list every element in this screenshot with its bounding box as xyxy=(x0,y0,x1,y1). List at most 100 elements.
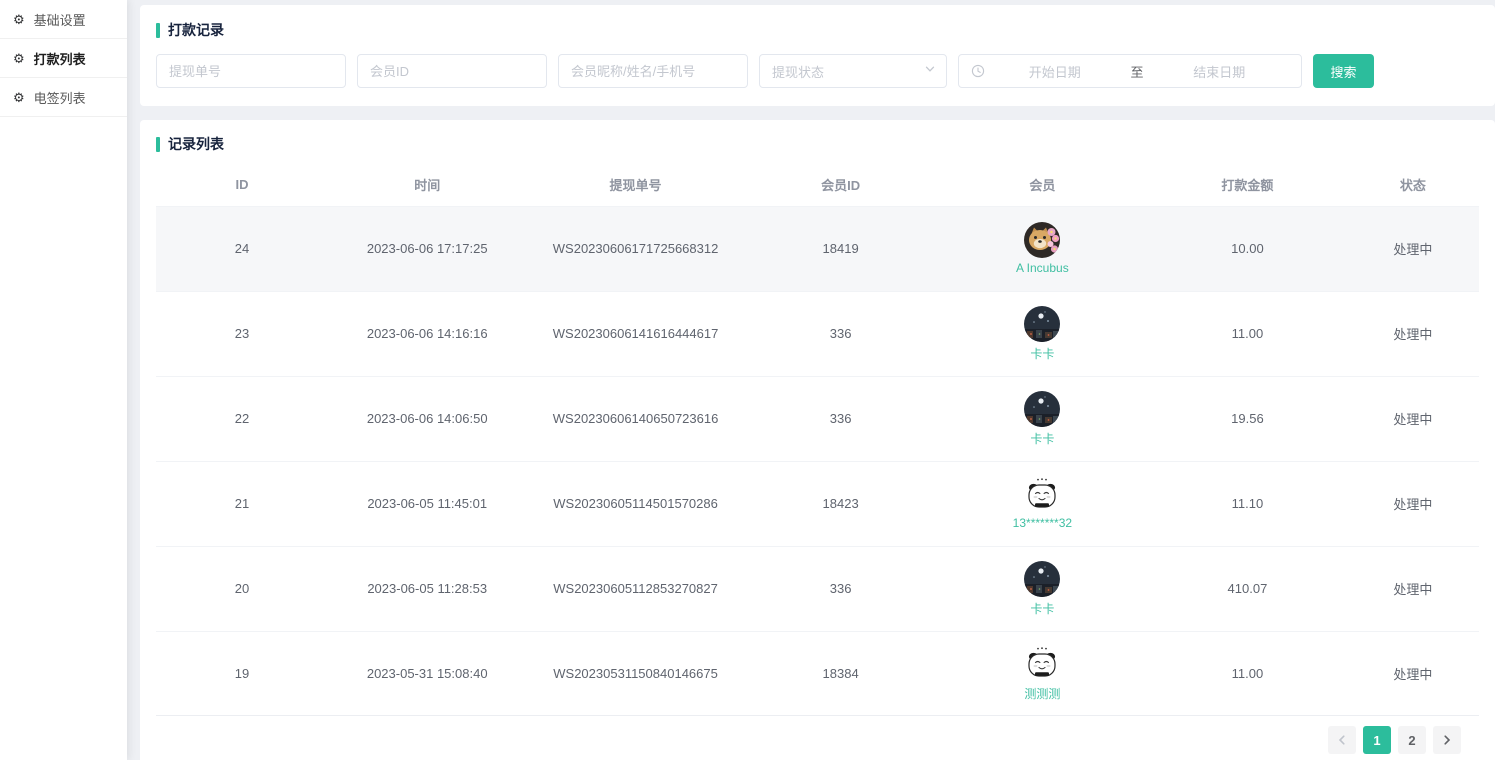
chevron-down-icon xyxy=(924,62,936,80)
row-id: 22 xyxy=(156,376,328,461)
member-name-link[interactable]: 测测测 xyxy=(1024,685,1060,702)
page-number: 1 xyxy=(1373,733,1380,748)
column-header: 打款金额 xyxy=(1148,164,1346,206)
withdraw-status-select[interactable]: 提现状态 xyxy=(759,54,947,88)
row-order-no: WS20230605114501570286 xyxy=(526,461,744,546)
end-date-placeholder: 结束日期 xyxy=(1150,62,1290,81)
filter-section-title: 打款记录 xyxy=(156,20,1479,40)
column-header: ID xyxy=(156,164,328,206)
row-amount: 410.07 xyxy=(1148,546,1346,631)
records-section-title-text: 记录列表 xyxy=(168,134,224,154)
filter-row: 提现状态 开始日期 至 结束日期 搜索 xyxy=(156,54,1479,88)
table-header-row: ID时间提现单号会员ID会员打款金额状态 xyxy=(156,164,1479,206)
gear-icon: ⚙ xyxy=(13,13,25,26)
member-name-link[interactable]: 卡卡 xyxy=(1030,430,1054,447)
sidebar: ⚙ 基础设置 ⚙ 打款列表 ⚙ 电签列表 xyxy=(0,0,127,760)
member-name-link[interactable]: A Incubus xyxy=(1016,261,1069,275)
dog-avatar xyxy=(1024,222,1060,258)
panda-avatar xyxy=(1024,646,1060,682)
row-member-id: 18423 xyxy=(745,461,937,546)
table-row: 212023-06-05 11:45:01WS20230605114501570… xyxy=(156,461,1479,546)
panda-avatar xyxy=(1024,477,1060,513)
main-content: 打款记录 提现状态 开始日期 至 结束日期 xyxy=(127,0,1495,760)
row-status: 处理中 xyxy=(1347,461,1479,546)
column-header: 会员 xyxy=(937,164,1149,206)
pagination-page-2[interactable]: 2 xyxy=(1398,726,1426,754)
row-id: 19 xyxy=(156,631,328,716)
search-button[interactable]: 搜索 xyxy=(1313,54,1374,88)
sidebar-item-label: 打款列表 xyxy=(34,49,86,68)
records-section-title: 记录列表 xyxy=(156,134,1479,154)
row-time: 2023-06-06 14:16:16 xyxy=(328,291,526,376)
chevron-right-icon xyxy=(1442,735,1452,745)
table-row: 222023-06-06 14:06:50WS20230606140650723… xyxy=(156,376,1479,461)
records-table: ID时间提现单号会员ID会员打款金额状态 242023-06-06 17:17:… xyxy=(156,164,1479,716)
row-member: 卡卡 xyxy=(937,376,1149,461)
row-time: 2023-06-06 14:06:50 xyxy=(328,376,526,461)
table-row: 242023-06-06 17:17:25WS20230606171725668… xyxy=(156,206,1479,291)
row-member-id: 18384 xyxy=(745,631,937,716)
column-header: 状态 xyxy=(1347,164,1479,206)
row-id: 24 xyxy=(156,206,328,291)
start-date-placeholder: 开始日期 xyxy=(985,62,1125,81)
row-member: 测测测 xyxy=(937,631,1149,716)
sidebar-item-label: 基础设置 xyxy=(34,10,86,29)
row-time: 2023-06-05 11:28:53 xyxy=(328,546,526,631)
sidebar-item-1[interactable]: ⚙ 打款列表 xyxy=(0,39,127,78)
app-window: ⚙ 基础设置 ⚙ 打款列表 ⚙ 电签列表 打款记录 提现状态 xyxy=(0,0,1495,760)
row-time: 2023-06-05 11:45:01 xyxy=(328,461,526,546)
night-avatar xyxy=(1024,561,1060,597)
row-member: 卡卡 xyxy=(937,291,1149,376)
row-order-no: WS20230531150840146675 xyxy=(526,631,744,716)
gear-icon: ⚙ xyxy=(13,91,25,104)
table-row: 192023-05-31 15:08:40WS20230531150840146… xyxy=(156,631,1479,716)
withdraw-status-placeholder: 提现状态 xyxy=(772,62,924,81)
table-row: 232023-06-06 14:16:16WS20230606141616444… xyxy=(156,291,1479,376)
records-card: 记录列表 ID时间提现单号会员ID会员打款金额状态 242023-06-06 1… xyxy=(140,120,1495,760)
row-id: 20 xyxy=(156,546,328,631)
section-title-bar xyxy=(156,23,160,38)
row-status: 处理中 xyxy=(1347,291,1479,376)
pagination-page-1[interactable]: 1 xyxy=(1363,726,1391,754)
column-header: 提现单号 xyxy=(526,164,744,206)
row-amount: 10.00 xyxy=(1148,206,1346,291)
pagination-prev-button[interactable] xyxy=(1328,726,1356,754)
row-order-no: WS20230606140650723616 xyxy=(526,376,744,461)
row-status: 处理中 xyxy=(1347,546,1479,631)
row-member-id: 18419 xyxy=(745,206,937,291)
chevron-left-icon xyxy=(1337,735,1347,745)
pagination: 12 xyxy=(156,716,1479,760)
row-member-id: 336 xyxy=(745,546,937,631)
row-member: A Incubus xyxy=(937,206,1149,291)
date-range-picker[interactable]: 开始日期 至 结束日期 xyxy=(958,54,1302,88)
sidebar-item-label: 电签列表 xyxy=(34,88,86,107)
pagination-next-button[interactable] xyxy=(1433,726,1461,754)
table-row: 202023-06-05 11:28:53WS20230605112853270… xyxy=(156,546,1479,631)
gear-icon: ⚙ xyxy=(13,52,25,65)
member-info-input[interactable] xyxy=(558,54,748,88)
row-time: 2023-06-06 17:17:25 xyxy=(328,206,526,291)
filter-section-title-text: 打款记录 xyxy=(168,20,224,40)
row-order-no: WS20230606141616444617 xyxy=(526,291,744,376)
column-header: 时间 xyxy=(328,164,526,206)
order-no-input[interactable] xyxy=(156,54,346,88)
row-amount: 19.56 xyxy=(1148,376,1346,461)
row-amount: 11.00 xyxy=(1148,631,1346,716)
page-number: 2 xyxy=(1408,733,1415,748)
row-status: 处理中 xyxy=(1347,206,1479,291)
date-range-separator: 至 xyxy=(1125,62,1150,81)
member-id-input[interactable] xyxy=(357,54,547,88)
row-status: 处理中 xyxy=(1347,631,1479,716)
sidebar-item-2[interactable]: ⚙ 电签列表 xyxy=(0,78,127,117)
member-name-link[interactable]: 卡卡 xyxy=(1030,600,1054,617)
row-order-no: WS20230605112853270827 xyxy=(526,546,744,631)
sidebar-item-0[interactable]: ⚙ 基础设置 xyxy=(0,0,127,39)
row-id: 21 xyxy=(156,461,328,546)
member-name-link[interactable]: 卡卡 xyxy=(1030,345,1054,362)
row-member: 卡卡 xyxy=(937,546,1149,631)
member-name-link[interactable]: 13*******32 xyxy=(1013,516,1072,530)
row-order-no: WS20230606171725668312 xyxy=(526,206,744,291)
filter-card: 打款记录 提现状态 开始日期 至 结束日期 xyxy=(140,5,1495,106)
row-member: 13*******32 xyxy=(937,461,1149,546)
column-header: 会员ID xyxy=(745,164,937,206)
